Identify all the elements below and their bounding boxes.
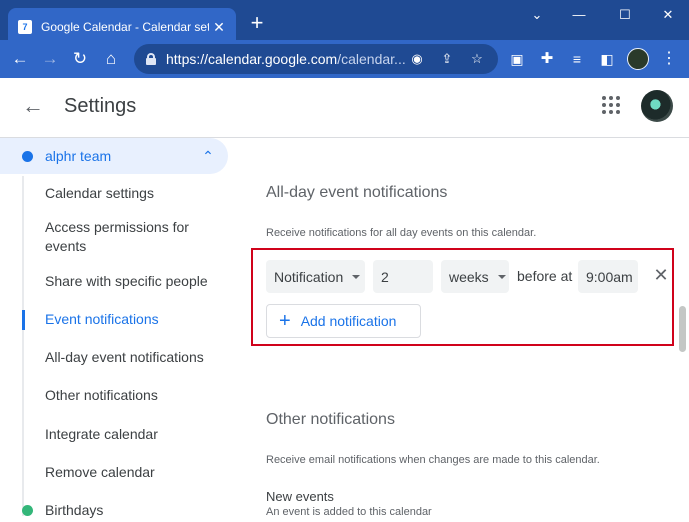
sidebar-item-integrate-calendar[interactable]: Integrate calendar bbox=[45, 425, 158, 444]
notification-time-select[interactable]: 9:00am bbox=[578, 260, 638, 293]
url-path: /calendar... bbox=[337, 51, 406, 67]
settings-sidebar: alphr team ⌃ Calendar settings Access pe… bbox=[0, 138, 240, 522]
reload-icon[interactable]: ↻ bbox=[68, 47, 92, 71]
forward-icon[interactable]: → bbox=[38, 47, 62, 71]
calendar-name: Birthdays bbox=[45, 502, 104, 518]
scrollbar[interactable] bbox=[676, 138, 689, 522]
dropdown-caret-icon bbox=[352, 274, 361, 279]
extensions-puzzle-icon[interactable]: ✚ bbox=[535, 47, 559, 71]
url-host: https://calendar.google.com bbox=[166, 51, 338, 67]
close-window-icon[interactable]: ✕ bbox=[657, 6, 679, 24]
sidebar-item-access-permissions[interactable]: Access permissions for events bbox=[45, 218, 215, 256]
remove-notification-close-icon[interactable]: ✕ bbox=[652, 266, 670, 284]
tab-title: Google Calendar - Calendar settings bbox=[41, 20, 209, 34]
allday-section-title: All-day event notifications bbox=[266, 184, 448, 201]
notification-type-select[interactable]: Notification bbox=[266, 260, 365, 293]
notification-amount-value: 2 bbox=[381, 268, 389, 285]
calendar-color-dot-icon bbox=[22, 150, 33, 162]
sidebar-item-other-notifications[interactable]: Other notifications bbox=[45, 386, 158, 405]
add-notification-button[interactable]: + Add notification bbox=[266, 304, 421, 338]
eye-icon[interactable]: ◉ bbox=[408, 50, 426, 68]
add-notification-label: Add notification bbox=[300, 313, 397, 329]
notification-unit-select[interactable]: weeks bbox=[441, 260, 509, 293]
allday-section-description: Receive notifications for all day events… bbox=[266, 227, 537, 239]
app-header: ← Settings bbox=[0, 78, 689, 138]
extension-square-icon[interactable]: ▣ bbox=[505, 47, 529, 71]
home-icon[interactable]: ⌂ bbox=[99, 47, 123, 71]
sidebar-item-allday-notifications[interactable]: All-day event notifications bbox=[45, 348, 204, 367]
calendar-color-dot-icon bbox=[22, 504, 33, 516]
browser-profile-avatar[interactable] bbox=[627, 48, 649, 70]
back-icon[interactable]: ← bbox=[8, 47, 32, 71]
back-arrow-icon[interactable]: ← bbox=[22, 94, 46, 118]
minimize-icon[interactable]: — bbox=[568, 6, 590, 24]
scrollbar-thumb[interactable] bbox=[679, 306, 686, 352]
media-queue-icon[interactable]: ≡ bbox=[565, 47, 589, 71]
avatar[interactable] bbox=[641, 90, 673, 122]
sidebar-item-share-people[interactable]: Share with specific people bbox=[45, 272, 208, 291]
sidebar-item-event-notifications[interactable]: Event notifications bbox=[45, 310, 159, 329]
calendar-favicon-icon: 7 bbox=[18, 20, 32, 34]
submenu-divider bbox=[22, 176, 24, 516]
sidebar-calendar-birthdays[interactable]: Birthdays bbox=[0, 492, 228, 522]
maximize-icon[interactable]: ☐ bbox=[614, 6, 636, 24]
other-section-description: Receive email notifications when changes… bbox=[266, 454, 600, 466]
new-events-description: An event is added to this calendar bbox=[266, 506, 432, 518]
before-at-label: before at bbox=[517, 268, 573, 284]
calendar-name: alphr team bbox=[45, 148, 112, 164]
tab-search-icon[interactable]: ⌄ bbox=[526, 6, 548, 24]
bookmark-star-icon[interactable]: ☆ bbox=[468, 50, 486, 68]
new-tab-icon[interactable]: + bbox=[246, 12, 268, 34]
side-panel-icon[interactable]: ◧ bbox=[595, 47, 619, 71]
plus-icon: + bbox=[279, 310, 291, 332]
notification-time-value: 9:00am bbox=[586, 268, 633, 285]
sidebar-item-remove-calendar[interactable]: Remove calendar bbox=[45, 463, 155, 482]
address-bar[interactable]: https://calendar.google.com/calendar... … bbox=[134, 44, 498, 74]
google-apps-icon[interactable] bbox=[602, 96, 620, 114]
browser-toolbar: ← → ↻ ⌂ https://calendar.google.com/cale… bbox=[0, 40, 689, 78]
url-text: https://calendar.google.com/calendar... bbox=[166, 51, 406, 67]
dropdown-caret-icon bbox=[497, 274, 506, 279]
notification-amount-input[interactable]: 2 bbox=[373, 260, 433, 293]
lock-icon[interactable] bbox=[146, 53, 156, 65]
chevron-up-icon[interactable]: ⌃ bbox=[198, 146, 218, 166]
page-title: Settings bbox=[64, 95, 137, 117]
notification-unit-value: weeks bbox=[449, 268, 489, 285]
active-indicator bbox=[22, 310, 25, 330]
share-icon[interactable]: ⇪ bbox=[438, 50, 456, 68]
notification-type-value: Notification bbox=[274, 268, 344, 285]
sidebar-calendar-alphr-team[interactable]: alphr team ⌃ bbox=[0, 138, 228, 174]
tab-close-icon[interactable]: ✕ bbox=[210, 18, 228, 36]
new-events-title: New events bbox=[266, 489, 334, 504]
menu-kebab-icon[interactable]: ⋮ bbox=[657, 47, 681, 71]
other-section-title: Other notifications bbox=[266, 411, 395, 428]
sidebar-item-calendar-settings[interactable]: Calendar settings bbox=[45, 184, 154, 203]
